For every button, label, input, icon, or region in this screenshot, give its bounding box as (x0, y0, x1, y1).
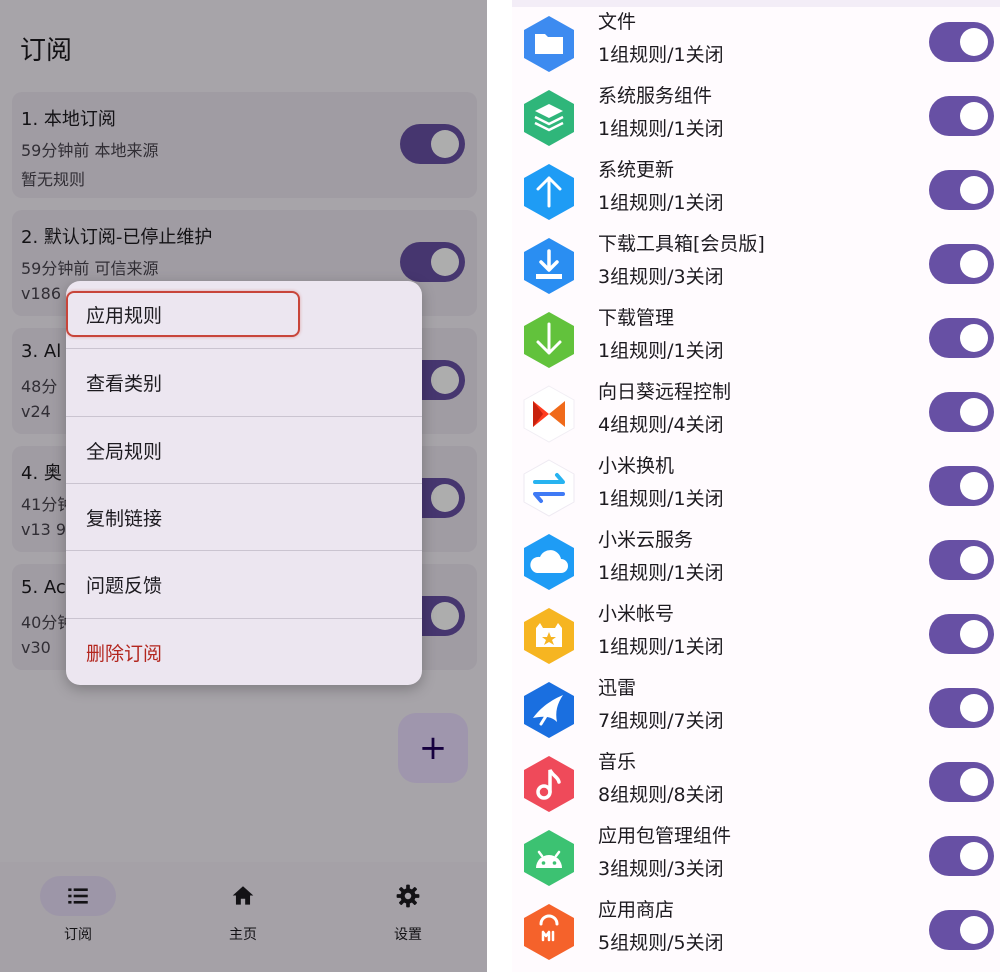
app-rule-toggle[interactable] (929, 96, 994, 136)
app-rule-toggle[interactable] (929, 614, 994, 654)
menu-item-label: 查看类别 (86, 373, 163, 395)
screenshot-separator (487, 0, 512, 972)
app-rule-count: 4组规则/4关闭 (598, 414, 724, 436)
toggle-knob (960, 768, 988, 796)
app-rule-row[interactable]: 向日葵远程控制 4组规则/4关闭 (512, 377, 1000, 451)
toggle-knob (960, 250, 988, 278)
app-rule-toggle[interactable] (929, 910, 994, 950)
app-rule-toggle[interactable] (929, 762, 994, 802)
app-rule-toggle[interactable] (929, 836, 994, 876)
app-rule-toggle[interactable] (929, 22, 994, 62)
menu-item-label: 应用规则 (86, 305, 163, 327)
menu-item-feedback[interactable]: 问题反馈 (66, 551, 422, 618)
menu-item-label: 删除订阅 (86, 643, 163, 665)
app-name: 下载工具箱[会员版] (598, 233, 765, 255)
app-rule-toggle[interactable] (929, 170, 994, 210)
app-rule-count: 1组规则/1关闭 (598, 192, 724, 214)
app-rule-row[interactable]: 应用商店 5组规则/5关闭 (512, 895, 1000, 969)
toggle-knob (960, 546, 988, 574)
app-rule-count: 1组规则/1关闭 (598, 488, 724, 510)
app-rule-row[interactable]: 小米帐号 1组规则/1关闭 (512, 599, 1000, 673)
app-rule-row[interactable]: 音乐 8组规则/8关闭 (512, 747, 1000, 821)
toggle-knob (960, 620, 988, 648)
menu-item-view-categories[interactable]: 查看类别 (66, 349, 422, 416)
app-rule-count: 8组规则/8关闭 (598, 784, 724, 806)
app-rule-count: 3组规则/3关闭 (598, 266, 724, 288)
menu-item-global-rules[interactable]: 全局规则 (66, 417, 422, 484)
stack-icon (524, 90, 574, 146)
app-name: 向日葵远程控制 (598, 381, 732, 403)
app-rule-row[interactable]: 迅雷 7组规则/7关闭 (512, 673, 1000, 747)
toggle-knob (960, 28, 988, 56)
swap-icon (523, 459, 575, 517)
menu-item-label: 全局规则 (86, 441, 163, 463)
app-rule-toggle[interactable] (929, 688, 994, 728)
arrow-down-icon (524, 312, 574, 368)
app-name: 系统更新 (598, 159, 675, 181)
android-icon (524, 830, 574, 886)
app-rule-toggle[interactable] (929, 318, 994, 358)
toggle-knob (960, 472, 988, 500)
app-name: 文件 (598, 11, 637, 33)
app-name: 小米帐号 (598, 603, 675, 625)
app-name: 应用商店 (598, 899, 675, 921)
app-rule-row[interactable]: 下载工具箱[会员版] 3组规则/3关闭 (512, 229, 1000, 303)
sunflower-icon (523, 385, 575, 443)
thunder-bird-icon (524, 682, 574, 738)
menu-item-app-rules[interactable]: 应用规则 (66, 281, 422, 348)
toggle-knob (960, 176, 988, 204)
subscriptions-screen: 订阅 1. 本地订阅 59分钟前 本地来源 暂无规则 2. 默认订阅-已停止维护… (0, 0, 487, 972)
app-rule-row[interactable]: 小米云服务 1组规则/1关闭 (512, 525, 1000, 599)
app-rule-count: 5组规则/5关闭 (598, 932, 724, 954)
mi-account-icon (524, 608, 574, 664)
mi-store-icon (524, 904, 574, 960)
app-rule-count: 1组规则/1关闭 (598, 118, 724, 140)
app-rule-count: 1组规则/1关闭 (598, 44, 724, 66)
app-name: 迅雷 (598, 677, 637, 699)
app-rule-row[interactable]: 应用包管理组件 3组规则/3关闭 (512, 821, 1000, 895)
menu-item-label: 问题反馈 (86, 575, 163, 597)
folder-icon (524, 16, 574, 72)
app-rule-count: 3组规则/3关闭 (598, 858, 724, 880)
music-note-icon (524, 756, 574, 812)
top-app-bar-edge (512, 0, 1000, 7)
app-rule-count: 1组规则/1关闭 (598, 562, 724, 584)
app-rule-toggle[interactable] (929, 244, 994, 284)
app-name: 音乐 (598, 751, 637, 773)
menu-item-label: 复制链接 (86, 508, 163, 530)
app-name: 小米云服务 (598, 529, 694, 551)
subscription-context-menu: 应用规则 查看类别 全局规则 复制链接 问题反馈 删除订阅 (66, 281, 422, 685)
app-name: 小米换机 (598, 455, 675, 477)
toggle-knob (960, 842, 988, 870)
download-tray-icon (524, 238, 574, 294)
app-rule-count: 1组规则/1关闭 (598, 340, 724, 362)
app-rule-row[interactable]: 系统服务组件 1组规则/1关闭 (512, 81, 1000, 155)
app-rule-toggle[interactable] (929, 540, 994, 580)
app-rule-row[interactable]: 下载管理 1组规则/1关闭 (512, 303, 1000, 377)
toggle-knob (960, 916, 988, 944)
toggle-knob (960, 324, 988, 352)
app-name: 系统服务组件 (598, 85, 713, 107)
app-rule-row[interactable]: 系统更新 1组规则/1关闭 (512, 155, 1000, 229)
toggle-knob (960, 398, 988, 426)
app-rule-count: 7组规则/7关闭 (598, 710, 724, 732)
cloud-icon (524, 534, 574, 590)
app-rule-toggle[interactable] (929, 392, 994, 432)
app-name: 应用包管理组件 (598, 825, 732, 847)
toggle-knob (960, 694, 988, 722)
toggle-knob (960, 102, 988, 130)
app-rule-row[interactable]: 小米换机 1组规则/1关闭 (512, 451, 1000, 525)
app-rules-screen: 文件 1组规则/1关闭 系统服务组件 1组规则/1关闭 系统更新 1组规则/1关… (512, 0, 1000, 972)
menu-item-copy-link[interactable]: 复制链接 (66, 484, 422, 551)
arrow-up-icon (524, 164, 574, 220)
app-rule-toggle[interactable] (929, 466, 994, 506)
app-name: 下载管理 (598, 307, 675, 329)
menu-item-delete-subscription[interactable]: 删除订阅 (66, 619, 422, 685)
app-rule-count: 1组规则/1关闭 (598, 636, 724, 658)
app-rule-row[interactable]: 文件 1组规则/1关闭 (512, 7, 1000, 81)
